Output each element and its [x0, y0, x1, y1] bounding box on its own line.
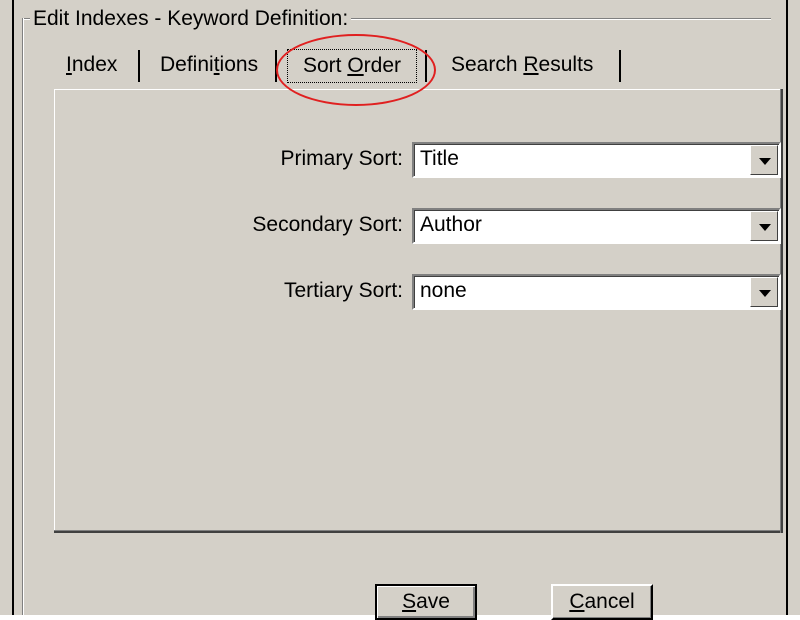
- tertiary-sort-select[interactable]: none: [412, 274, 781, 310]
- group-box-title: Edit Indexes - Keyword Definition:: [30, 6, 352, 32]
- secondary-sort-value: Author: [420, 213, 482, 236]
- tertiary-sort-value: none: [420, 279, 467, 302]
- tab-definitions[interactable]: Definitions: [160, 47, 258, 83]
- dropdown-button[interactable]: [750, 277, 778, 307]
- dialog-window: Edit Indexes - Keyword Definition: Index…: [0, 0, 800, 620]
- chevron-down-icon: [759, 158, 771, 165]
- chevron-down-icon: [759, 290, 771, 297]
- chevron-down-icon: [759, 224, 771, 231]
- dropdown-button[interactable]: [750, 145, 778, 175]
- tertiary-sort-label: Tertiary Sort:: [283, 279, 403, 302]
- tab-separator: [138, 50, 140, 82]
- window-border-right: [786, 0, 788, 615]
- secondary-sort-select[interactable]: Author: [412, 208, 781, 244]
- primary-sort-value: Title: [420, 147, 459, 170]
- tab-separator: [619, 50, 621, 82]
- primary-sort-select[interactable]: Title: [412, 142, 781, 178]
- tab-page-bottom-edge: [54, 531, 781, 533]
- group-box-left-edge: [22, 18, 23, 615]
- window-border-left: [12, 0, 14, 615]
- dropdown-button[interactable]: [750, 211, 778, 241]
- tab-index[interactable]: Index: [66, 47, 117, 83]
- highlight-ellipse: [276, 34, 436, 106]
- tab-search-results[interactable]: Search Results: [451, 47, 593, 83]
- tab-page-right-edge: [781, 89, 783, 533]
- primary-sort-label: Primary Sort:: [280, 147, 403, 170]
- secondary-sort-label: Secondary Sort:: [252, 213, 403, 236]
